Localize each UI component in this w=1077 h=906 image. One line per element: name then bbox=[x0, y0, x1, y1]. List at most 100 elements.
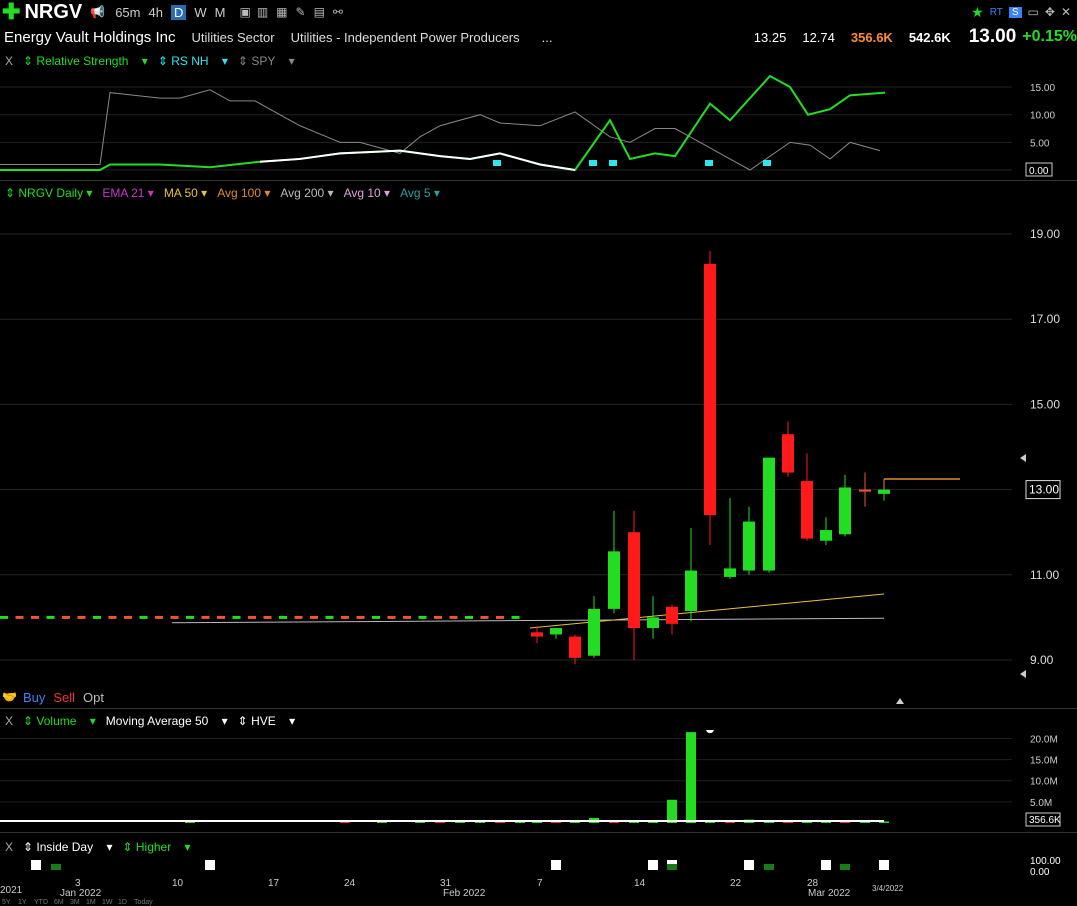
star-icon[interactable]: ★ bbox=[971, 4, 984, 21]
x-axis-label: 10 bbox=[172, 878, 184, 889]
book-icon[interactable]: ▤ bbox=[314, 5, 325, 19]
x-axis-label: 17 bbox=[268, 878, 280, 889]
save-icon[interactable]: ▭ bbox=[1028, 5, 1039, 19]
flat-candle bbox=[62, 615, 70, 619]
move-icon[interactable]: ✥ bbox=[1045, 5, 1055, 19]
volume-item-ma50[interactable]: Moving Average 50 ▾ bbox=[106, 714, 228, 728]
tv-icon[interactable]: ▣ bbox=[239, 5, 250, 19]
higher-marker bbox=[51, 864, 61, 870]
stat-high: 13.25 bbox=[753, 29, 787, 45]
flat-candle bbox=[263, 615, 272, 619]
rs-chart: 15.0010.005.000.000.00 bbox=[0, 74, 1055, 177]
price-legend-item-1[interactable]: EMA 21 ▾ bbox=[102, 186, 153, 200]
volume-close-button[interactable]: X bbox=[5, 714, 13, 728]
inside-axis-label: 100.00 bbox=[1030, 856, 1061, 867]
industry-label[interactable]: Utilities - Independent Power Producers bbox=[291, 30, 520, 45]
range-button[interactable]: YTD bbox=[34, 899, 48, 906]
inside-chart: 100.000.0020213Jan 202210 17 24 31Feb 20227… bbox=[0, 856, 1061, 906]
trade-bar: 🤝 Buy Sell Opt bbox=[0, 689, 1077, 705]
x-axis-label: 14 bbox=[634, 878, 646, 889]
flat-candle bbox=[0, 615, 8, 619]
timeframe-w[interactable]: W bbox=[194, 5, 206, 20]
flat-candle bbox=[403, 615, 411, 619]
rs-legend: X ⇕ Relative Strength ▾ ⇕ RS NH ▾ ⇕ SPY … bbox=[0, 52, 1077, 70]
x-axis-label: 24 bbox=[344, 878, 356, 889]
volume-axis-label: 15.0M bbox=[1030, 756, 1058, 767]
inside-day-marker bbox=[744, 860, 754, 870]
last-price: 13.00 bbox=[968, 26, 1017, 47]
range-button[interactable]: 1M bbox=[86, 899, 96, 906]
realtime-badge[interactable]: RT bbox=[990, 7, 1003, 18]
calculator-icon[interactable]: ▦ bbox=[276, 5, 287, 19]
rs-item-rs-nh[interactable]: ⇕ RS NH ▾ bbox=[158, 54, 228, 68]
s-badge[interactable]: S bbox=[1008, 6, 1022, 18]
bars-icon[interactable]: ▥ bbox=[257, 5, 268, 19]
volume-axis-label: 10.0M bbox=[1030, 777, 1058, 788]
rs-axis-label: 5.00 bbox=[1030, 138, 1050, 149]
timeframe-4h[interactable]: 4h bbox=[148, 5, 162, 20]
options-button[interactable]: Opt bbox=[83, 690, 104, 705]
last-price-label: 13.00 bbox=[1029, 483, 1059, 497]
price-legend-item-2[interactable]: MA 50 ▾ bbox=[164, 186, 207, 200]
flat-candle bbox=[465, 615, 473, 619]
sector-label[interactable]: Utilities Sector bbox=[191, 30, 274, 45]
volume-chart: 20.0M 15.0M 10.0M 5.0M 356.6K bbox=[0, 730, 1061, 827]
buy-button[interactable]: Buy bbox=[23, 690, 45, 705]
price-axis-label: 11.00 bbox=[1030, 568, 1059, 582]
timeframe-m[interactable]: M bbox=[215, 5, 226, 20]
range-button[interactable]: 1Y bbox=[18, 899, 27, 906]
price-legend-item-3[interactable]: Avg 100 ▾ bbox=[217, 186, 270, 200]
stat-volume: 356.6K bbox=[850, 29, 893, 45]
volume-item-volume[interactable]: ⇕ Volume ▾ bbox=[23, 714, 96, 728]
inside-day-marker bbox=[821, 860, 831, 870]
volume-item-hve[interactable]: ⇕ HVE ▾ bbox=[238, 714, 295, 728]
range-button[interactable]: Today bbox=[134, 899, 153, 906]
sell-button[interactable]: Sell bbox=[53, 690, 75, 705]
timeframe-65m[interactable]: 65m bbox=[115, 5, 140, 20]
range-button[interactable]: 5Y bbox=[2, 899, 11, 906]
share-icon[interactable]: ⚯ bbox=[333, 5, 343, 19]
price-legend-item-0[interactable]: ⇕ NRGV Daily ▾ bbox=[5, 186, 92, 200]
flat-candle bbox=[155, 615, 163, 619]
timeframe-d[interactable]: D bbox=[170, 4, 187, 20]
announce-icon[interactable]: 📢 bbox=[90, 5, 105, 19]
rs-item-relative-strength[interactable]: ⇕ Relative Strength ▾ bbox=[23, 54, 148, 68]
range-button[interactable]: 3M bbox=[70, 899, 80, 906]
price-legend-item-5[interactable]: Avg 10 ▾ bbox=[344, 186, 391, 200]
candle-body bbox=[859, 489, 871, 492]
rs-item-spy[interactable]: ⇕ SPY ▾ bbox=[238, 54, 295, 68]
price-legend-item-4[interactable]: Avg 200 ▾ bbox=[280, 186, 333, 200]
inside-close-button[interactable]: X bbox=[5, 840, 13, 854]
range-button[interactable]: 6M bbox=[54, 899, 64, 906]
more-ellipsis[interactable]: ... bbox=[542, 30, 553, 45]
handshake-icon[interactable]: 🤝 bbox=[2, 690, 17, 704]
flat-candle bbox=[279, 615, 287, 619]
inside-item-higher[interactable]: ⇕ Higher ▾ bbox=[122, 840, 190, 854]
range-button[interactable]: 1W bbox=[102, 899, 113, 906]
rs-close-button[interactable]: X bbox=[5, 54, 13, 68]
add-symbol-icon[interactable]: ✚ bbox=[2, 1, 20, 23]
stat-avg-volume: 542.6K bbox=[908, 29, 951, 45]
timeframe-selector: 65m 4h D W M bbox=[115, 4, 233, 20]
flat-candle bbox=[434, 615, 442, 619]
price-legend-item-6[interactable]: Avg 5 ▾ bbox=[400, 186, 440, 200]
price-axis-label: 17.00 bbox=[1030, 312, 1060, 326]
flat-candle bbox=[310, 615, 318, 619]
range-button[interactable]: 1D bbox=[118, 899, 127, 906]
inside-legend: X ⇕ Inside Day ▾ ⇕ Higher ▾ bbox=[0, 838, 1077, 856]
flat-candle bbox=[511, 615, 520, 619]
company-bar: Energy Vault Holdings Inc Utilities Sect… bbox=[0, 24, 1077, 50]
inside-day-marker bbox=[205, 860, 215, 870]
candle-body bbox=[801, 481, 813, 539]
toolbar: ✚ NRGV 📢 65m 4h D W M ▣ ▥ ▦ ✎ ▤ ⚯ ★ RT S ▭ ✥… bbox=[0, 0, 1077, 24]
inside-item-inside-day[interactable]: ⇕ Inside Day ▾ bbox=[23, 840, 112, 854]
pencil-icon[interactable]: ✎ bbox=[296, 5, 306, 19]
price-axis-label: 9.00 bbox=[1030, 653, 1054, 667]
flat-candle bbox=[15, 615, 24, 619]
higher-marker bbox=[667, 864, 677, 870]
candle-body bbox=[628, 532, 640, 629]
close-icon[interactable]: ✕ bbox=[1061, 5, 1071, 19]
inside-axis-label: 0.00 bbox=[1030, 867, 1050, 878]
flat-candle bbox=[496, 615, 504, 619]
ticker-symbol[interactable]: NRGV bbox=[24, 1, 82, 24]
